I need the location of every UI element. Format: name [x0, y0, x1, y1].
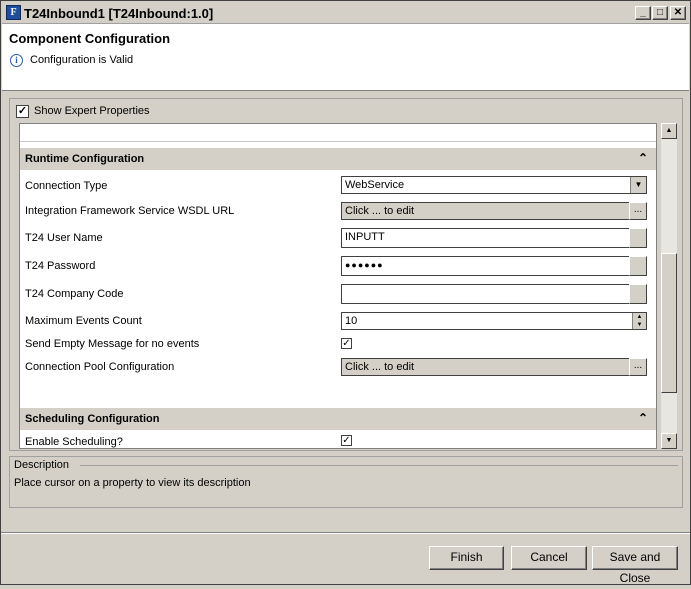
field-value: 10 [345, 315, 358, 327]
connection-pool-field[interactable]: Click ... to edit ... [341, 358, 647, 376]
title-bar: F T24Inbound1 [T24Inbound:1.0] _ □ ✕ [2, 2, 689, 24]
connection-type-dropdown[interactable]: WebService ▼ [341, 176, 647, 194]
runtime-section-body: Connection Type WebService ▼ Integration… [20, 170, 656, 404]
enable-scheduling-checkbox[interactable]: ✓ [341, 435, 352, 446]
prop-label: Connection Pool Configuration [25, 361, 175, 373]
finish-button[interactable]: Finish [429, 546, 504, 570]
max-events-spinner[interactable]: 10 ▲ ▼ [341, 312, 647, 330]
prop-label: Connection Type [25, 180, 108, 192]
password-field[interactable]: ●●●●●● [341, 256, 647, 276]
close-button[interactable]: ✕ [670, 6, 686, 20]
cancel-button[interactable]: Cancel [511, 546, 587, 570]
field-value: ●●●●●● [345, 260, 384, 270]
user-name-field[interactable]: INPUTT [341, 228, 647, 248]
page-title: Component Configuration [9, 31, 171, 46]
prop-label: T24 Password [25, 260, 96, 272]
show-expert-checkbox[interactable]: ✓ [16, 105, 29, 118]
header-panel: Component Configuration i Configuration … [2, 24, 689, 91]
collapse-icon[interactable]: ⌃ [638, 151, 648, 165]
dialog-window: F T24Inbound1 [T24Inbound:1.0] _ □ ✕ Com… [0, 0, 691, 585]
scroll-thumb[interactable] [661, 253, 677, 393]
window-title: T24Inbound1 [T24Inbound:1.0] [24, 6, 214, 21]
ellipsis-button[interactable]: ... [629, 358, 647, 376]
info-icon: i [10, 54, 23, 67]
prop-label: Send Empty Message for no events [25, 338, 200, 350]
blank-row [20, 124, 656, 142]
field-button[interactable] [629, 256, 647, 276]
description-text: Place cursor on a property to view its d… [14, 477, 251, 489]
collapse-icon[interactable]: ⌃ [638, 411, 648, 425]
scroll-up-icon[interactable]: ▲ [661, 123, 677, 139]
scroll-down-icon[interactable]: ▼ [661, 433, 677, 449]
field-button[interactable] [629, 284, 647, 304]
field-value: Click ... to edit [345, 361, 415, 373]
section-title: Runtime Configuration [25, 153, 145, 165]
app-icon: F [6, 5, 21, 20]
scheduling-section-header[interactable]: Scheduling Configuration ⌃ [20, 408, 656, 430]
status-message: Configuration is Valid [30, 54, 134, 66]
send-empty-checkbox[interactable]: ✓ [341, 338, 352, 349]
prop-label: Enable Scheduling? [25, 436, 123, 448]
show-expert-label: Show Expert Properties [34, 105, 150, 117]
vertical-scrollbar[interactable]: ▲ ▼ [661, 123, 677, 449]
section-title: Scheduling Configuration [25, 413, 160, 425]
description-title: Description [14, 459, 70, 471]
properties-panel: ✓ Show Expert Properties Runtime Configu… [9, 98, 683, 451]
properties-scroll-area: Runtime Configuration ⌃ Connection Type … [19, 123, 657, 449]
wsdl-url-field[interactable]: Click ... to edit ... [341, 202, 647, 220]
divider [80, 465, 678, 466]
field-button[interactable] [629, 228, 647, 248]
field-value: INPUTT [345, 231, 385, 243]
scheduling-section-body: Enable Scheduling? ✓ [20, 430, 656, 448]
maximize-button[interactable]: □ [652, 6, 668, 20]
description-panel: Description Place cursor on a property t… [9, 456, 683, 508]
prop-label: T24 User Name [25, 232, 103, 244]
chevron-down-icon[interactable]: ▼ [630, 177, 646, 193]
prop-label: Maximum Events Count [25, 315, 142, 327]
company-code-field[interactable] [341, 284, 647, 304]
divider [1, 533, 690, 534]
ellipsis-button[interactable]: ... [629, 202, 647, 220]
spinner-arrows-icon[interactable]: ▲ ▼ [632, 313, 646, 329]
field-value: Click ... to edit [345, 205, 415, 217]
minimize-button[interactable]: _ [635, 6, 651, 20]
save-and-close-button[interactable]: Save and Close [592, 546, 678, 585]
runtime-section-header[interactable]: Runtime Configuration ⌃ [20, 148, 656, 170]
dropdown-value: WebService [345, 179, 405, 191]
prop-label: T24 Company Code [25, 288, 124, 300]
prop-label: Integration Framework Service WSDL URL [25, 205, 235, 217]
